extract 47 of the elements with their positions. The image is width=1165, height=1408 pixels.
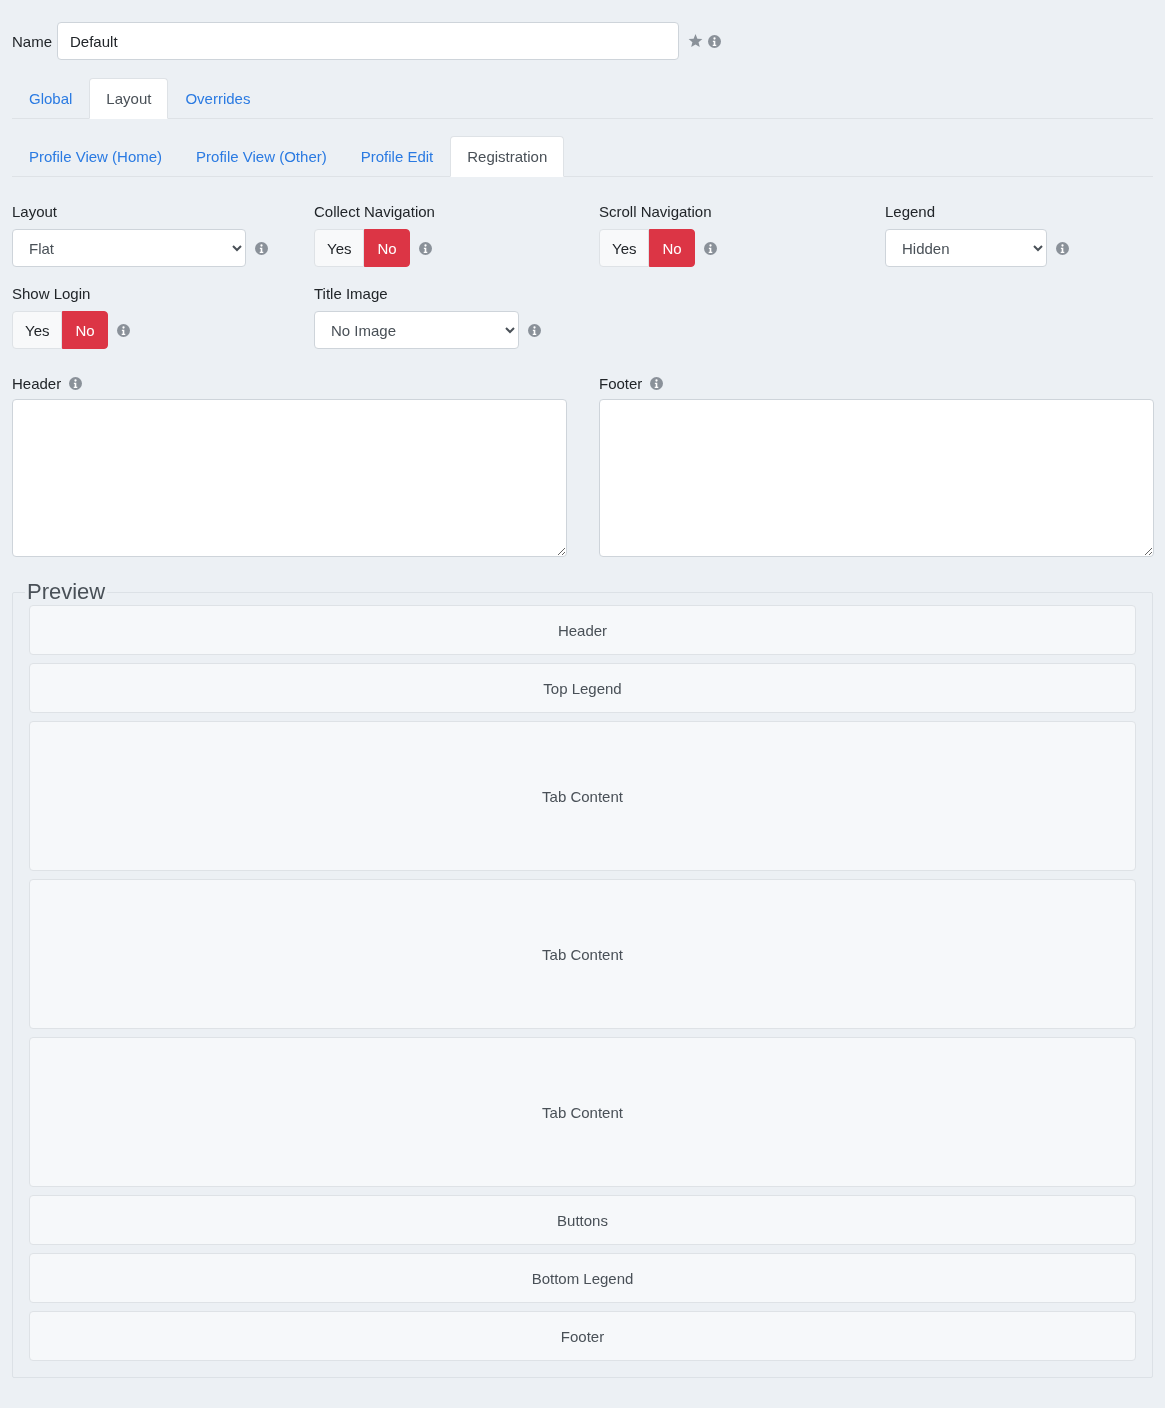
dropdown[interactable]: Flat — [12, 229, 246, 267]
field-label: Scroll Navigation — [599, 203, 713, 222]
text-area[interactable] — [12, 399, 567, 557]
info-icon — [650, 376, 664, 390]
preview-section: Tab Content — [29, 721, 1136, 871]
toggle-option[interactable]: Yes — [314, 229, 365, 267]
preview-section: Top Legend — [29, 663, 1136, 713]
info-icon — [708, 34, 721, 48]
field-label: Header — [12, 374, 62, 392]
toggle-option[interactable]: No — [649, 229, 695, 267]
name-label: Name — [12, 32, 52, 50]
info-icon — [255, 241, 268, 255]
tab[interactable]: Layout — [89, 78, 169, 119]
preview-section: Buttons — [29, 1195, 1136, 1245]
tab[interactable]: Profile Edit — [343, 136, 451, 177]
dropdown[interactable]: No Image — [314, 311, 519, 349]
tab[interactable]: Profile View (Home) — [12, 136, 180, 177]
info-icon — [418, 241, 432, 255]
toggle-option[interactable]: No — [364, 229, 410, 267]
info-icon — [1056, 241, 1069, 255]
info-icon — [703, 241, 717, 255]
dropdown[interactable]: Hidden — [885, 229, 1047, 267]
info-icon — [528, 323, 541, 337]
star-icon — [688, 34, 703, 48]
field-label: Collect Navigation — [314, 203, 436, 222]
tab[interactable]: Profile View (Other) — [179, 136, 344, 177]
preview-title: Preview — [26, 579, 107, 605]
field-label: Legend — [885, 203, 937, 222]
preview-section: Footer — [29, 1311, 1136, 1361]
field-label: Layout — [12, 203, 59, 222]
text-area[interactable] — [599, 399, 1154, 557]
name-field[interactable]: Default — [57, 22, 679, 60]
toggle-option[interactable]: No — [62, 311, 108, 349]
tab[interactable]: Overrides — [168, 78, 268, 119]
field-label: Title Image — [314, 285, 389, 304]
tab[interactable]: Global — [12, 78, 90, 119]
info-icon — [116, 323, 130, 337]
preview-section: Header — [29, 605, 1136, 655]
tab[interactable]: Registration — [450, 136, 565, 177]
preview-section: Bottom Legend — [29, 1253, 1136, 1303]
field-label: Footer — [599, 374, 643, 392]
preview-section: Tab Content — [29, 879, 1136, 1029]
field-label: Show Login — [12, 285, 92, 304]
toggle-option[interactable]: Yes — [599, 229, 650, 267]
preview-section: Tab Content — [29, 1037, 1136, 1187]
info-icon — [69, 376, 83, 390]
toggle-option[interactable]: Yes — [12, 311, 63, 349]
